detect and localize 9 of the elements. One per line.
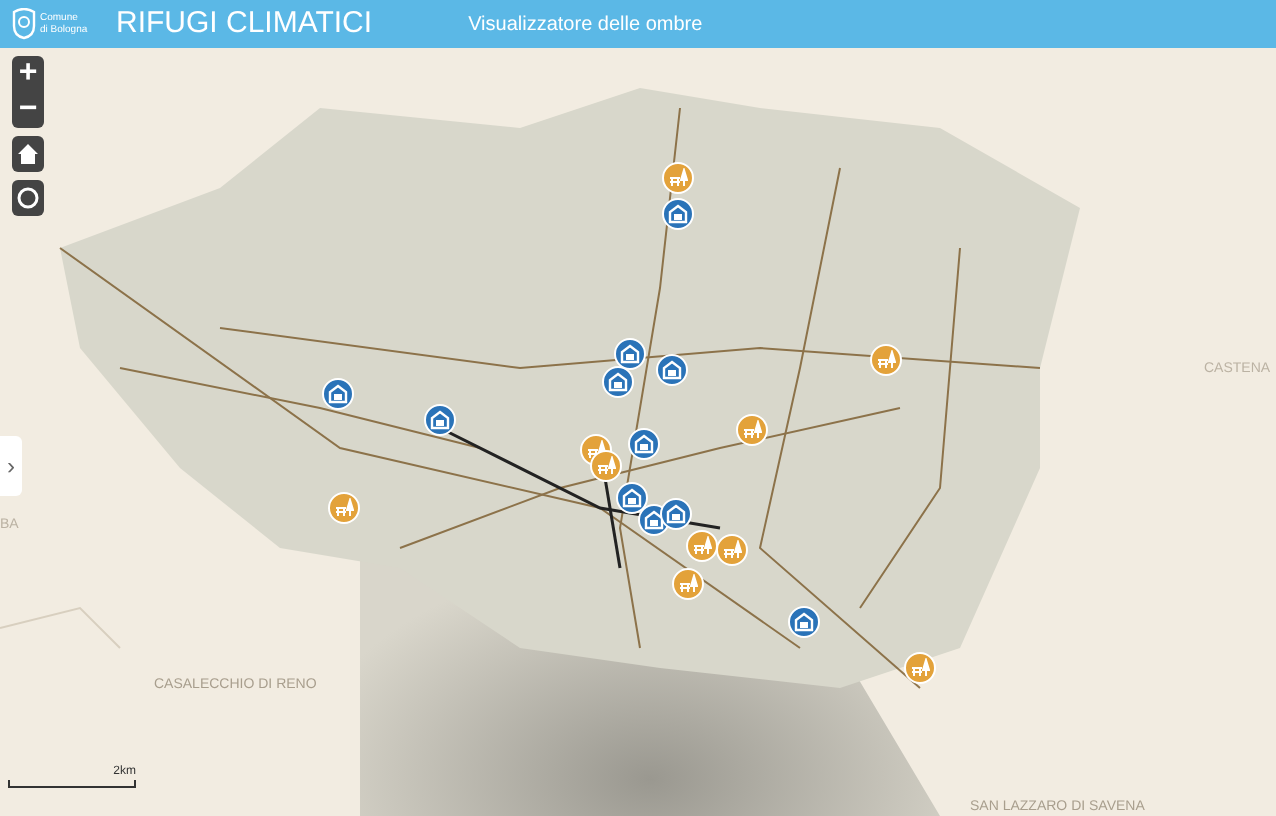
coat-of-arms-icon — [12, 8, 36, 40]
home-button[interactable] — [12, 136, 44, 172]
app-subtitle: Visualizzatore delle ombre — [468, 11, 703, 39]
zoom-out-button[interactable]: − — [12, 92, 44, 128]
scale-bar — [8, 780, 136, 788]
side-panel-toggle[interactable]: › — [0, 436, 22, 496]
zoom-in-button[interactable]: + — [12, 56, 44, 92]
locate-button[interactable] — [12, 180, 44, 216]
app-title: RIFUGI CLIMATICI — [116, 3, 373, 44]
